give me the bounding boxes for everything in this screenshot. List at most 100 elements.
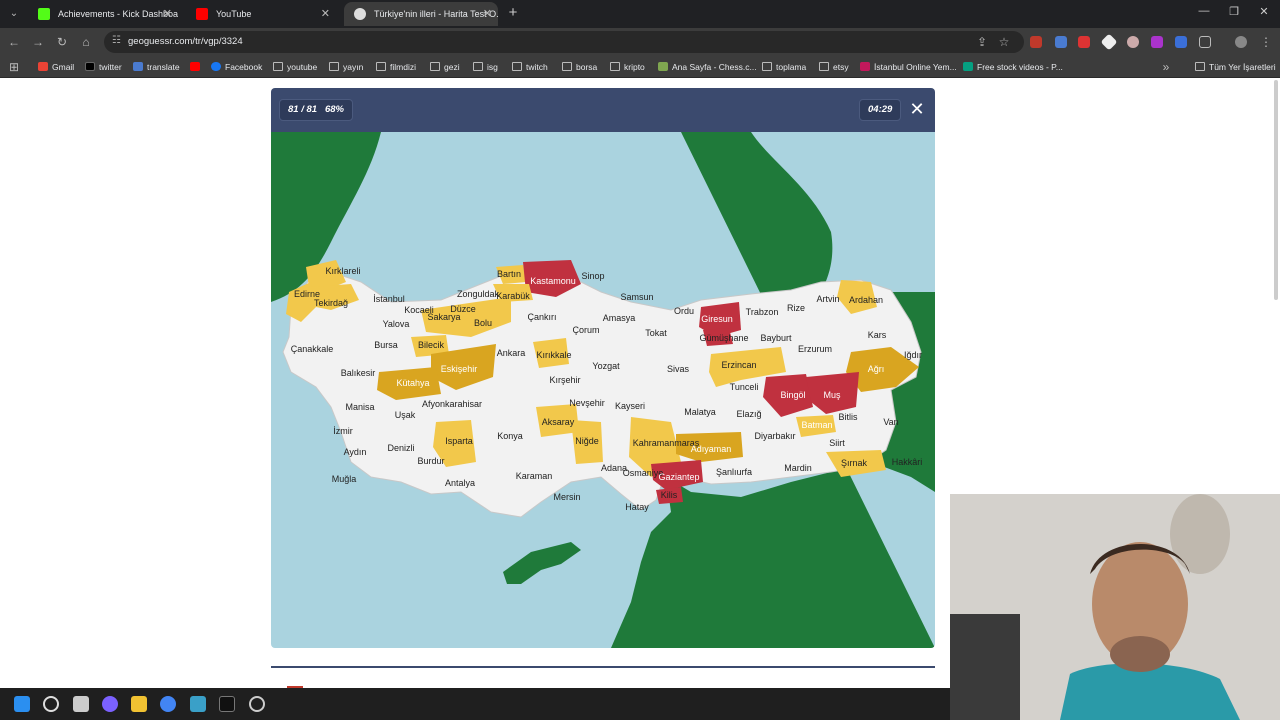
label-sirnak: Şırnak [841, 458, 868, 468]
label-nevsehir: Nevşehir [569, 398, 605, 408]
install-icon[interactable]: ⇪ [974, 34, 990, 50]
bookmark-folder-toplama[interactable]: toplama [762, 56, 806, 78]
bookmark-gmail[interactable]: Gmail [38, 56, 74, 78]
label-yozgat: Yozgat [592, 361, 620, 371]
bookmark-pexels[interactable]: Free stock videos - P... [963, 56, 1063, 78]
bookmark-folder-kripto[interactable]: kripto [610, 56, 645, 78]
label-isparta: Isparta [445, 436, 473, 446]
extensions-puzzle-icon[interactable] [1199, 36, 1211, 48]
file-explorer-icon[interactable] [131, 696, 147, 712]
bookmark-folder-isg[interactable]: isg [473, 56, 498, 78]
copilot-icon[interactable] [102, 696, 118, 712]
label-bayburt: Bayburt [760, 333, 792, 343]
label-adiyaman: Adıyaman [691, 444, 732, 454]
minimize-icon[interactable]: — [1194, 5, 1214, 17]
label-erzincan: Erzincan [721, 360, 756, 370]
label-kars: Kars [868, 330, 887, 340]
profile-avatar[interactable] [1235, 36, 1247, 48]
folder-icon [1195, 62, 1205, 71]
avatar-extension-icon[interactable] [1127, 36, 1139, 48]
browser-toolbar: ← → ↻ ⌂ ☷ geoguessr.com/tr/vgp/3324 ⇪ ☆ … [0, 28, 1280, 56]
label-hakkari: Hakkâri [892, 457, 923, 467]
label-mardin: Mardin [784, 463, 812, 473]
label-gumushane: Gümüşhane [699, 333, 748, 343]
more-bookmarks-icon[interactable]: » [1158, 59, 1174, 75]
purple-extension-icon[interactable] [1151, 36, 1163, 48]
bookmark-folder-youtube[interactable]: youtube [273, 56, 317, 78]
folder-icon [819, 62, 829, 71]
restore-icon[interactable]: ❐ [1224, 5, 1244, 18]
translate-extension-icon[interactable] [1055, 36, 1067, 48]
tab-kick[interactable]: Achievements - Kick Dashboard ✕ [28, 2, 178, 26]
label-cankiri: Çankırı [527, 312, 556, 322]
windows-start-icon[interactable] [14, 696, 30, 712]
more-menu-icon[interactable]: ⋮ [1258, 34, 1274, 50]
chess-icon [658, 62, 668, 71]
bookmark-folder-yayin[interactable]: yayın [329, 56, 363, 78]
home-icon[interactable]: ⌂ [78, 34, 94, 50]
label-tekirdag: Tekirdağ [314, 298, 348, 308]
pexels-icon [963, 62, 973, 71]
diamond-extension-icon[interactable] [1100, 33, 1118, 51]
label-kirsehir: Kırşehir [549, 375, 580, 385]
close-tab-icon[interactable]: ✕ [163, 2, 172, 26]
folder-icon [610, 62, 620, 71]
bookmark-folder-twitch[interactable]: twitch [512, 56, 548, 78]
label-malatya: Malatya [684, 407, 716, 417]
label-osmaniye: Osmaniye [623, 468, 664, 478]
bookmark-folder-etsy[interactable]: etsy [819, 56, 849, 78]
label-diyarbakir: Diyarbakır [754, 431, 795, 441]
label-mus: Muş [823, 390, 841, 400]
app-icon[interactable] [190, 696, 206, 712]
tradingview-icon[interactable] [219, 696, 235, 712]
progress-pill: 81 / 81 68% [279, 99, 353, 121]
turkey-map[interactable]: Kırklareli Edirne Tekirdağ İstanbul Koca… [271, 132, 935, 648]
bookmark-translate[interactable]: translate [133, 56, 180, 78]
label-kilis: Kilis [661, 490, 678, 500]
search-icon[interactable] [43, 696, 59, 712]
label-balikesir: Balıkesir [341, 368, 376, 378]
settings-gear-icon[interactable] [249, 696, 265, 712]
label-van: Van [883, 417, 898, 427]
quiz-panel: 81 / 81 68% 04:29 ✕ Kırklareli Edirne Te… [271, 88, 935, 648]
back-icon[interactable]: ← [6, 34, 22, 50]
close-tab-icon[interactable]: ✕ [321, 2, 330, 26]
bookmark-facebook[interactable]: Facebook [211, 56, 262, 78]
apps-grid-icon[interactable]: ⊞ [6, 59, 22, 75]
cyprus-island [503, 542, 581, 584]
reload-icon[interactable]: ↻ [54, 34, 70, 50]
tab-strip: ⌄ Achievements - Kick Dashboard ✕ YouTub… [0, 0, 1280, 28]
bookmark-twitter[interactable]: twitter [85, 56, 122, 78]
audio-extension-icon[interactable] [1175, 36, 1187, 48]
close-tab-icon[interactable]: ✕ [483, 2, 492, 26]
adblock-icon[interactable] [1078, 36, 1090, 48]
folder-icon [273, 62, 283, 71]
label-igdir: Iğdır [904, 350, 922, 360]
bookmark-folder-filmdizi[interactable]: filmdizi [376, 56, 416, 78]
close-window-icon[interactable]: ✕ [1254, 5, 1274, 18]
bookmark-chess[interactable]: Ana Sayfa - Chess.c... [658, 56, 757, 78]
page-scrollbar[interactable] [1274, 80, 1278, 300]
folder-icon [562, 62, 572, 71]
new-tab-icon[interactable]: + [505, 4, 521, 21]
forward-icon[interactable]: → [30, 34, 46, 50]
star-icon[interactable]: ☆ [996, 34, 1012, 50]
geoguessr-icon [354, 8, 366, 20]
bookmark-folder-gezi[interactable]: gezi [430, 56, 460, 78]
extension-badge-icon[interactable] [1030, 36, 1042, 48]
task-view-icon[interactable] [73, 696, 89, 712]
bookmark-istanbul-yemek[interactable]: İstanbul Online Yem... [860, 56, 957, 78]
accuracy-percent: 68% [324, 104, 344, 115]
chrome-icon[interactable] [160, 696, 176, 712]
tab-youtube[interactable]: YouTube ✕ [186, 2, 336, 26]
all-bookmarks[interactable]: Tüm Yer İşaretleri [1195, 56, 1276, 78]
tab-search-chevron-icon[interactable]: ⌄ [4, 4, 24, 24]
kick-icon [38, 8, 50, 20]
folder-icon [473, 62, 483, 71]
bookmark-folder-borsa[interactable]: borsa [562, 56, 597, 78]
map-svg[interactable]: Kırklareli Edirne Tekirdağ İstanbul Koca… [271, 132, 935, 648]
close-icon[interactable]: ✕ [907, 99, 927, 119]
tab-geoguessr[interactable]: Türkiye'nin illeri - Harita Test O... ✕ [344, 2, 498, 26]
site-info-icon[interactable]: ☷ [112, 35, 121, 46]
address-bar[interactable]: ☷ geoguessr.com/tr/vgp/3324 [104, 31, 1024, 53]
